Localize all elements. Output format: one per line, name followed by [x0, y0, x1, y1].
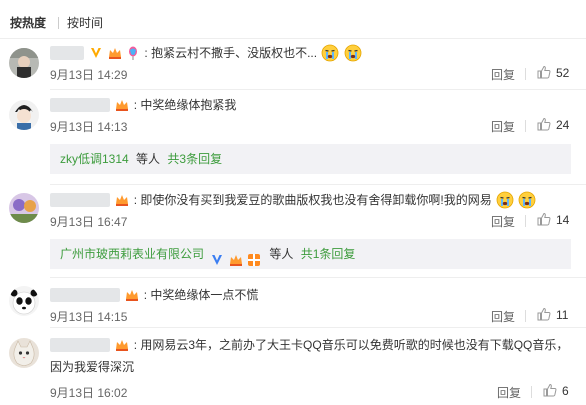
comment-text: : 中奖绝缘体抱紧我	[50, 96, 236, 113]
action-divider	[531, 386, 532, 398]
reply-button[interactable]: 回复	[491, 66, 515, 83]
sort-by-hot-tab[interactable]: 按热度	[10, 15, 46, 31]
like-count: 52	[556, 66, 570, 80]
action-divider	[525, 310, 526, 322]
avatar[interactable]	[9, 286, 39, 316]
comment-time: 9月13日 14:13	[50, 120, 128, 134]
crying-emoji-icon	[496, 191, 514, 209]
comment-text: : 中奖绝缘体一点不慌	[50, 286, 258, 303]
colon: :	[143, 287, 148, 302]
sort-divider	[58, 17, 59, 29]
balloon-icon	[126, 46, 140, 60]
reply-button[interactable]: 回复	[491, 308, 515, 325]
reply-button[interactable]: 回复	[491, 213, 515, 230]
comment-text: : 抱紧云村不撒手、没版权也不...	[50, 44, 362, 62]
comment-text: : 用网易云3年，之前办了大王卡QQ音乐可以免费听歌的时候也没有下载QQ音乐，	[50, 336, 568, 353]
sort-bar-underline	[0, 38, 586, 39]
comment-text: : 即使你没有买到我爱豆的歌曲版权我也没有舍得卸载你啊!我的网易	[50, 191, 536, 209]
colon: :	[133, 193, 138, 207]
thumbs-up-icon[interactable]	[543, 383, 557, 402]
comment-content: 抱紧云村不撒手、没版权也不...	[151, 46, 318, 60]
like-count: 24	[556, 118, 570, 132]
v-badge-icon	[210, 248, 224, 265]
crown-icon	[125, 288, 139, 302]
comment-time: 9月13日 14:15	[50, 310, 128, 324]
action-divider	[525, 68, 526, 80]
username[interactable]	[50, 193, 110, 207]
like-count: 6	[562, 384, 569, 398]
colon: :	[144, 46, 148, 60]
divider	[50, 184, 586, 185]
comment-item: : 即使你没有买到我爱豆的歌曲版权我也没有舍得卸载你啊!我的网易 9月13日 1…	[0, 187, 586, 277]
divider	[50, 327, 586, 328]
action-divider	[525, 120, 526, 132]
like-count: 11	[556, 308, 569, 322]
username[interactable]	[50, 337, 110, 352]
crying-emoji-icon	[344, 44, 362, 62]
username[interactable]	[50, 287, 120, 302]
avatar[interactable]	[9, 100, 39, 130]
comment-panel: 按热度 按时间 : 抱紧云村不撒手、没版权也不... 9月13日 14:29 回…	[0, 0, 586, 405]
crown-icon	[115, 193, 129, 207]
username[interactable]	[50, 97, 110, 112]
reply-button[interactable]: 回复	[491, 118, 515, 135]
comment-content: 即使你没有买到我爱豆的歌曲版权我也没有舍得卸载你啊!我的网易	[140, 193, 492, 207]
gift-badge-icon	[247, 248, 261, 266]
action-divider	[525, 215, 526, 227]
crying-emoji-icon	[518, 191, 536, 209]
comment-text-continued: 因为我爱得深沉	[50, 360, 135, 374]
sort-bar: 按热度 按时间	[0, 0, 586, 40]
sub-reply-summary: zky低调1314 等人 共3条回复	[50, 144, 571, 174]
colon: :	[133, 97, 138, 112]
crown-icon	[108, 46, 122, 60]
sort-by-time-tab[interactable]: 按时间	[67, 15, 103, 31]
avatar[interactable]	[9, 193, 39, 223]
comment-time: 9月13日 14:29	[50, 68, 128, 82]
crying-emoji-icon	[321, 44, 339, 62]
comment-content: 用网易云3年，之前办了大王卡QQ音乐可以免费听歌的时候也没有下载QQ音乐，	[140, 337, 569, 352]
colon: :	[133, 337, 138, 352]
crown-icon	[115, 98, 129, 112]
comment-item: : 用网易云3年，之前办了大王卡QQ音乐可以免费听歌的时候也没有下载QQ音乐， …	[0, 330, 586, 405]
v-badge-icon	[89, 46, 103, 60]
crown-icon	[229, 248, 243, 266]
comment-time: 9月13日 16:47	[50, 215, 128, 229]
like-count: 14	[556, 213, 570, 227]
comment-item: : 中奖绝缘体一点不慌 9月13日 14:15 回复 11	[0, 280, 586, 328]
sub-reply-user[interactable]: zky低调1314	[60, 152, 129, 166]
thumbs-up-icon[interactable]	[537, 117, 551, 136]
comment-content: 中奖绝缘体抱紧我	[140, 97, 237, 112]
sub-reply-middle: 等人	[269, 247, 294, 261]
divider	[50, 89, 586, 90]
avatar[interactable]	[9, 48, 39, 78]
thumbs-up-icon[interactable]	[537, 307, 551, 326]
comment-content: 中奖绝缘体一点不慌	[150, 287, 259, 302]
crown-icon	[115, 338, 129, 352]
view-replies-link[interactable]: 共3条回复	[167, 152, 222, 166]
divider	[50, 277, 586, 278]
sub-reply-middle: 等人	[136, 152, 161, 166]
username[interactable]	[50, 46, 84, 60]
sub-reply-user[interactable]: 广州市玻西莉表业有限公司	[60, 247, 204, 261]
thumbs-up-icon[interactable]	[537, 212, 551, 231]
view-replies-link[interactable]: 共1条回复	[301, 247, 356, 261]
comment-item: : 中奖绝缘体抱紧我 9月13日 14:13 回复 24 zky低调1314 等…	[0, 92, 586, 182]
reply-button[interactable]: 回复	[497, 384, 521, 401]
comment-time: 9月13日 16:02	[50, 386, 128, 400]
sub-reply-summary: 广州市玻西莉表业有限公司 等人 共1条回复	[50, 239, 571, 269]
comment-item: : 抱紧云村不撒手、没版权也不... 9月13日 14:29 回复 52	[0, 40, 586, 92]
thumbs-up-icon[interactable]	[537, 65, 551, 84]
avatar[interactable]	[9, 338, 39, 368]
